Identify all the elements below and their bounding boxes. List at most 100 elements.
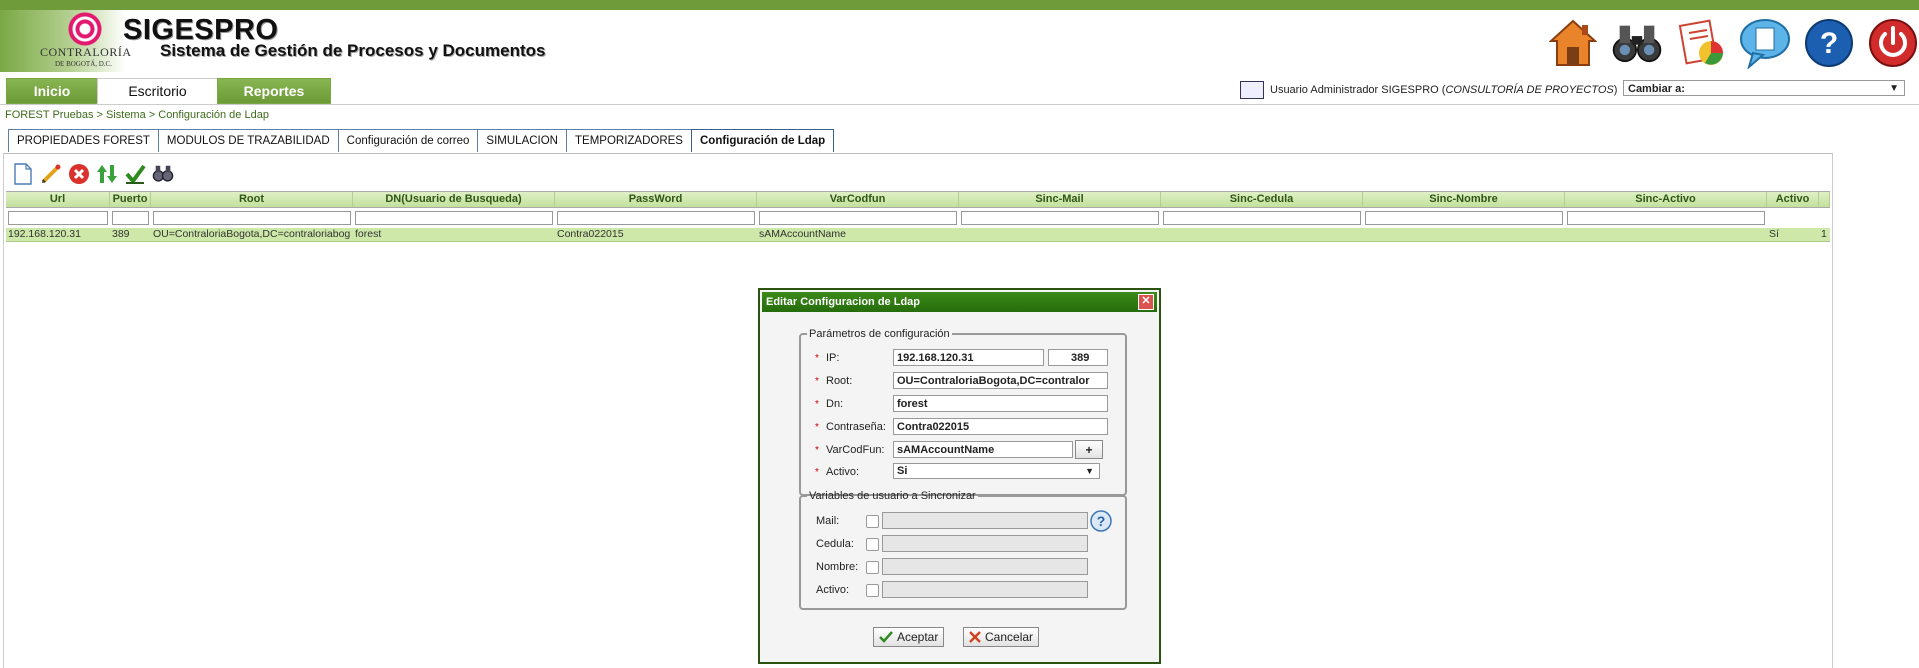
sync-mail-checkbox[interactable] xyxy=(866,515,879,528)
tab-temporizadores[interactable]: TEMPORIZADORES xyxy=(566,129,692,152)
sync-mail-input xyxy=(882,512,1088,529)
grid-col-header[interactable]: PassWord xyxy=(555,192,757,207)
filter-input[interactable] xyxy=(1163,210,1361,225)
tab-modulos-trazabilidad[interactable]: MODULOS DE TRAZABILIDAD xyxy=(157,129,339,152)
filter-input[interactable] xyxy=(112,210,149,225)
dn-label: Dn: xyxy=(826,398,844,410)
accept-label: Aceptar xyxy=(897,630,939,644)
cell-url: 192.168.120.31 xyxy=(8,228,81,240)
cell-sinc-cedula xyxy=(1161,228,1363,241)
tab-simulacion[interactable]: SIMULACION xyxy=(477,129,567,152)
chat-icon[interactable] xyxy=(1739,17,1791,69)
grid-col-header[interactable]: Sinc-Activo xyxy=(1565,192,1767,207)
tab-propiedades-forest[interactable]: PROPIEDADES FOREST xyxy=(8,129,159,152)
toolbar xyxy=(12,162,174,186)
activo-label: Activo: xyxy=(826,466,860,478)
fullscreen-icon[interactable] xyxy=(1240,81,1264,99)
user-role: CONSULTORÍA DE PROYECTOS xyxy=(1445,84,1614,96)
params-legend: Parámetros de configuración xyxy=(809,328,950,340)
dn-input[interactable]: forest xyxy=(893,395,1108,412)
root-label: Root: xyxy=(826,375,853,387)
required-mark: * xyxy=(815,421,819,433)
reports-icon[interactable] xyxy=(1675,17,1727,69)
filter-input[interactable] xyxy=(355,210,553,225)
tab-configuracion-correo[interactable]: Configuración de correo xyxy=(337,129,479,152)
cell-sinc-nombre xyxy=(1363,228,1565,241)
svg-text:?: ? xyxy=(1820,27,1838,60)
switch-select[interactable]: Cambiar a: ▼ xyxy=(1623,80,1905,96)
tab-reportes[interactable]: Reportes xyxy=(217,78,331,104)
cell-sinc-activo xyxy=(1565,228,1767,241)
sub-tab-bar: PROPIEDADES FOREST MODULOS DE TRAZABILID… xyxy=(8,129,835,153)
edit-icon[interactable] xyxy=(40,163,62,185)
varcodfun-input[interactable]: sAMAccountName xyxy=(893,441,1073,458)
cancel-button[interactable]: Cancelar xyxy=(963,627,1040,647)
logo-sub: DE BOGOTÁ, D.C. xyxy=(55,60,112,68)
activo-select[interactable]: Si ▼ xyxy=(893,463,1100,479)
cell-root: OU=ContraloriaBogota,DC=contraloriabog xyxy=(153,228,351,240)
check-icon xyxy=(879,631,893,643)
switch-select-label: Cambiar a: xyxy=(1628,83,1685,95)
filter-input[interactable] xyxy=(759,210,957,225)
grid-col-header[interactable]: Sinc-Nombre xyxy=(1363,192,1565,207)
grid-filter-row xyxy=(6,208,1830,228)
dialog-title-bar: Editar Configuracion de Ldap ✕ xyxy=(762,292,1157,312)
grid-col-header[interactable]: Root xyxy=(151,192,353,207)
user-label-suffix: ) xyxy=(1613,84,1618,96)
required-mark: * xyxy=(815,398,819,410)
password-input[interactable]: Contra022015 xyxy=(893,418,1108,435)
filter-input[interactable] xyxy=(8,210,108,225)
sync-activo-checkbox[interactable] xyxy=(866,584,879,597)
help-icon[interactable]: ? xyxy=(1090,510,1112,532)
help-icon[interactable]: ? xyxy=(1803,17,1855,69)
grid-col-header[interactable]: VarCodfun xyxy=(757,192,959,207)
home-icon[interactable] xyxy=(1547,17,1599,69)
grid-col-header[interactable]: Sinc-Cedula xyxy=(1161,192,1363,207)
grid-col-header xyxy=(1819,192,1830,207)
user-area: Usuario Administrador SIGESPRO (CONSULTO… xyxy=(1240,79,1617,101)
sync-cedula-checkbox[interactable] xyxy=(866,538,879,551)
top-icon-bar: ? xyxy=(1547,15,1919,71)
cell-activo: Sí xyxy=(1769,228,1779,240)
tab-configuracion-ldap[interactable]: Configuración de Ldap xyxy=(690,129,835,152)
grid-col-header[interactable]: DN(Usuario de Busqueda) xyxy=(353,192,555,207)
close-icon[interactable]: ✕ xyxy=(1138,294,1154,310)
accept-button[interactable]: Aceptar xyxy=(873,627,945,647)
edit-ldap-dialog: Editar Configuracion de Ldap ✕ Parámetro… xyxy=(758,288,1161,664)
cancel-label: Cancelar xyxy=(985,630,1034,644)
grid-col-header[interactable]: Sinc-Mail xyxy=(959,192,1161,207)
cell-sinc-mail xyxy=(959,228,1161,241)
cell-dn: forest xyxy=(355,228,382,240)
port-input[interactable]: 389 xyxy=(1048,349,1108,366)
logo: CONTRALORÍA DE BOGOTÁ, D.C. xyxy=(0,10,131,72)
cell-extra: 1 xyxy=(1821,228,1827,240)
filter-input[interactable] xyxy=(1567,210,1765,225)
check-icon[interactable] xyxy=(124,163,146,185)
grid-header: Url Puerto Root DN(Usuario de Busqueda) … xyxy=(6,191,1830,208)
ip-input[interactable]: 192.168.120.31 xyxy=(893,349,1044,366)
grid-col-header[interactable]: Puerto xyxy=(110,192,151,207)
grid-col-header[interactable]: Activo xyxy=(1767,192,1819,207)
sync-nombre-checkbox[interactable] xyxy=(866,561,879,574)
delete-icon[interactable] xyxy=(68,163,90,185)
logo-name: CONTRALORÍA xyxy=(40,45,132,59)
binoculars-icon[interactable] xyxy=(1611,17,1663,69)
tab-inicio[interactable]: Inicio xyxy=(6,78,98,104)
new-icon[interactable] xyxy=(12,163,34,185)
tab-escritorio[interactable]: Escritorio xyxy=(97,78,218,104)
root-input[interactable]: OU=ContraloriaBogota,DC=contralor xyxy=(893,372,1108,389)
table-row[interactable]: 192.168.120.31 389 OU=ContraloriaBogota,… xyxy=(6,228,1830,242)
sync-cedula-input xyxy=(882,535,1088,552)
grid-col-header[interactable]: Url xyxy=(6,192,110,207)
filter-input[interactable] xyxy=(961,210,1159,225)
sync-icon[interactable] xyxy=(96,163,118,185)
cell-varcodfun: sAMAccountName xyxy=(759,228,846,240)
filter-input[interactable] xyxy=(557,210,755,225)
cell-puerto: 389 xyxy=(112,228,130,240)
add-varcodfun-button[interactable]: + xyxy=(1075,440,1103,459)
power-icon[interactable] xyxy=(1867,17,1919,69)
filter-input[interactable] xyxy=(1365,210,1563,225)
filter-input[interactable] xyxy=(153,210,351,225)
sync-cedula-label: Cedula: xyxy=(816,538,854,550)
search-icon[interactable] xyxy=(152,163,174,185)
